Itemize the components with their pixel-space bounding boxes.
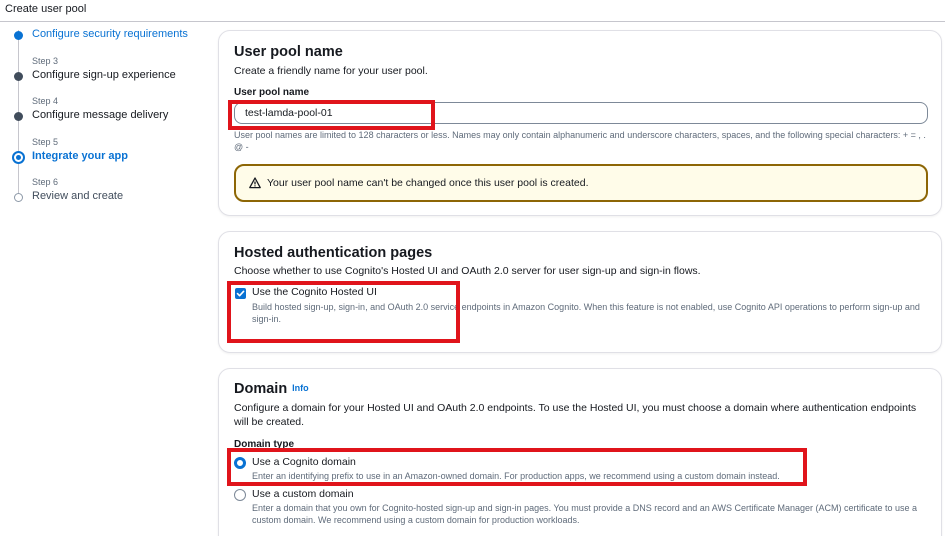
panel-title-row: Domain Info	[234, 381, 309, 397]
step-label[interactable]: Configure security requirements	[32, 28, 188, 40]
step-label[interactable]: Configure message delivery	[32, 109, 168, 121]
user-pool-name-input[interactable]	[234, 102, 928, 124]
domain-panel: Domain Info Configure a domain for your H…	[218, 368, 942, 536]
panel-description: Configure a domain for your Hosted UI an…	[234, 402, 917, 428]
step-number: Step 5	[32, 137, 59, 147]
warning-icon	[249, 177, 261, 189]
step-label[interactable]: Configure sign-up experience	[32, 69, 176, 81]
check-icon	[236, 290, 245, 297]
panel-description: Choose whether to use Cognito's Hosted U…	[234, 265, 701, 277]
radio-description: Enter a domain that you own for Cognito-…	[252, 503, 918, 525]
radio-label[interactable]: Use a custom domain	[252, 488, 354, 500]
breadcrumb: Create user pool	[5, 3, 87, 15]
custom-domain-radio[interactable]	[234, 489, 246, 501]
panel-title: Domain	[234, 381, 288, 397]
pending-step-icon	[14, 193, 23, 202]
domain-type-label: Domain type	[234, 439, 295, 450]
radio-description: Enter an identifying prefix to use in an…	[252, 471, 780, 481]
step-dot-icon	[14, 72, 23, 81]
panel-title: User pool name	[234, 44, 343, 60]
step-number: Step 6	[32, 177, 59, 187]
step-label: Integrate your app	[32, 150, 128, 162]
panel-title: Hosted authentication pages	[234, 245, 433, 261]
radio-label[interactable]: Use a Cognito domain	[252, 456, 356, 468]
step-number: Step 3	[32, 56, 59, 66]
field-label: User pool name	[234, 87, 310, 98]
warning-text: Your user pool name can't be changed onc…	[267, 177, 589, 189]
checkbox-description: Build hosted sign-up, sign-in, and OAuth…	[252, 302, 920, 324]
step-number: Step 4	[32, 96, 59, 106]
hosted-auth-panel: Hosted authentication pages Choose wheth…	[218, 231, 942, 353]
user-pool-name-panel: User pool name Create a friendly name fo…	[218, 30, 942, 216]
step-label: Review and create	[32, 190, 124, 202]
info-link[interactable]: Info	[292, 383, 309, 393]
cognito-domain-radio[interactable]	[234, 457, 246, 469]
current-step-icon	[12, 151, 25, 164]
panel-description: Create a friendly name for your user poo…	[234, 65, 428, 77]
step-dot-icon	[14, 31, 23, 40]
wizard-steps: Configure security requirements Step 3 C…	[0, 22, 210, 536]
constraint-hint: User pool names are limited to 128 chara…	[234, 130, 926, 152]
top-bar: Create user pool	[0, 0, 945, 22]
warning-alert: Your user pool name can't be changed onc…	[234, 164, 928, 202]
checkbox-label[interactable]: Use the Cognito Hosted UI	[252, 286, 377, 298]
hosted-ui-checkbox[interactable]	[235, 288, 246, 299]
step-dot-icon	[14, 112, 23, 121]
